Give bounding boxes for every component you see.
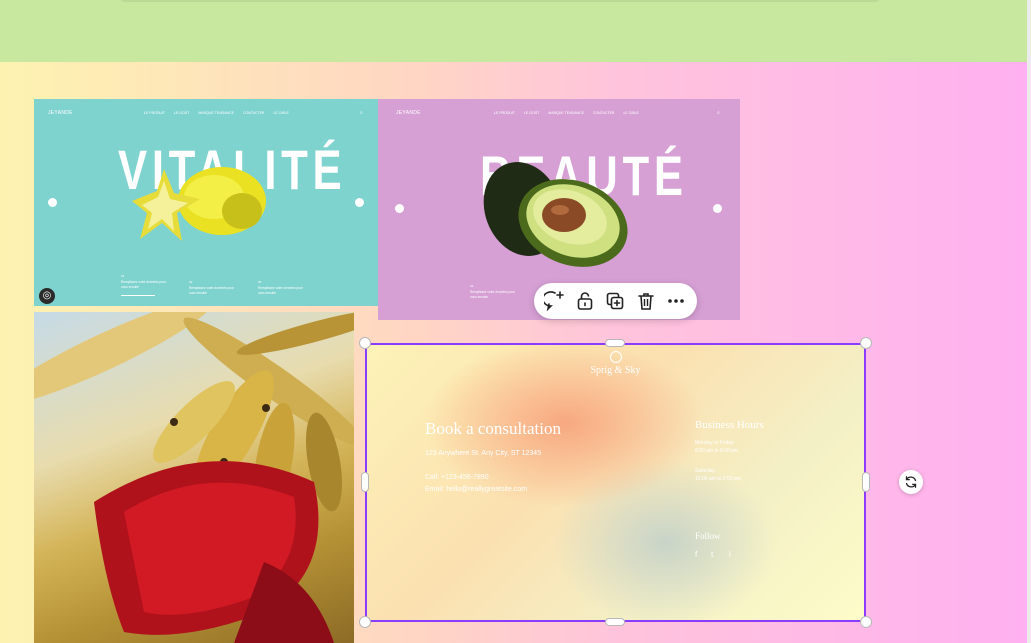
banana-flower-image [34, 312, 354, 643]
resize-handle-right[interactable] [862, 472, 870, 492]
instagram-icon: i [729, 550, 731, 559]
email-text: Email: hello@reallygreatsite.com [425, 486, 528, 493]
scrollbar-track[interactable] [1027, 0, 1031, 643]
follow-heading: Follow [695, 531, 721, 541]
comment-add-icon[interactable] [543, 289, 567, 313]
nav-item: LE PRODUIT [494, 111, 516, 115]
info-column: 01 Remplissez votre données pour vous en… [121, 274, 171, 296]
page-shadow [120, 0, 880, 2]
hours-text: Monday to Friday [695, 440, 734, 446]
hours-heading: Business Hours [695, 419, 764, 431]
nav-item: MARQUE TENDANCE [548, 111, 584, 115]
info-column: 01 Remplissez votre données pour vous en… [470, 284, 515, 299]
slide-brand: JEYANDE [48, 110, 73, 116]
resize-handle-bottom[interactable] [605, 618, 625, 626]
rotate-icon[interactable] [899, 470, 923, 494]
hours-text: 10:00 am to 2:00 pm [695, 476, 741, 482]
slide-logo: Sprig & Sky [590, 365, 641, 376]
resize-handle-top-left[interactable] [359, 337, 371, 349]
search-icon: ⌕ [717, 110, 720, 116]
slide-nav: LE PRODUIT LE GOÛT MARQUE TENDANCE CONTA… [144, 111, 289, 115]
slide-nav: LE PRODUIT LE GOÛT MARQUE TENDANCE CONTA… [494, 111, 639, 115]
starfruit-image [132, 167, 266, 241]
trash-icon[interactable] [634, 289, 658, 313]
top-strip [0, 0, 1027, 62]
resize-handle-top[interactable] [605, 339, 625, 347]
phone-text: Call: +123-456-7890 [425, 474, 489, 481]
facebook-icon: f [695, 550, 698, 559]
banana-flower-photo[interactable] [34, 312, 354, 643]
info-column: 03 Remplissez votre données pour vous en… [258, 280, 303, 295]
logo-icon [610, 351, 622, 363]
nav-item: CONTACTER [242, 111, 265, 115]
element-toolbar [534, 283, 697, 319]
slide-consultation[interactable]: Sprig & Sky Book a consultation 123 Anyw… [365, 343, 866, 622]
resize-handle-top-right[interactable] [860, 337, 872, 349]
lens-icon[interactable]: ◎ [39, 288, 55, 304]
info-column: 02 Remplissez votre données pour vous en… [189, 280, 234, 295]
hours-text: Saturday [695, 468, 716, 474]
slide-prev-dot [48, 198, 57, 207]
duplicate-icon[interactable] [603, 289, 627, 313]
address-text: 123 Anywhere St. Any City, ST 12345 [425, 450, 542, 457]
avocado-image [483, 162, 628, 267]
resize-handle-bottom-left[interactable] [359, 616, 371, 628]
slide-next-dot [355, 198, 364, 207]
nav-item: LE PRODUIT [144, 111, 166, 115]
nav-item: LE CIBLE [623, 111, 639, 115]
slide-brand: JEYANDE [396, 110, 421, 116]
slide-heading: Book a consultation [425, 419, 561, 438]
slide-next-dot [713, 204, 722, 213]
hours-text: 8:00 am to 5:00 pm [695, 448, 739, 454]
lock-icon[interactable] [573, 289, 597, 313]
nav-item: LE CIBLE [273, 111, 289, 115]
twitter-icon: t [711, 550, 714, 559]
nav-item: LE GOÛT [174, 111, 190, 115]
slide-prev-dot [395, 204, 404, 213]
nav-item: MARQUE TENDANCE [198, 111, 234, 115]
slide-vitalite[interactable]: JEYANDE LE PRODUIT LE GOÛT MARQUE TENDAN… [34, 99, 378, 306]
nav-item: CONTACTER [592, 111, 615, 115]
resize-handle-bottom-right[interactable] [860, 616, 872, 628]
resize-handle-left[interactable] [361, 472, 369, 492]
search-icon: ⌕ [360, 110, 363, 116]
nav-item: LE GOÛT [524, 111, 540, 115]
more-icon[interactable] [664, 289, 688, 313]
